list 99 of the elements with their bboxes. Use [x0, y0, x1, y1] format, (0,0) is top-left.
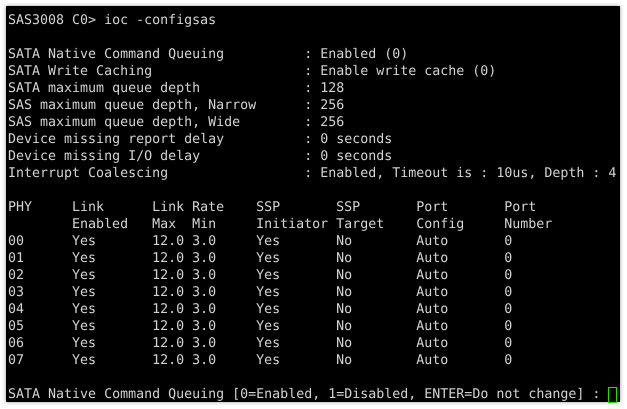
- column-header: Enabled: [72, 216, 130, 233]
- table-cell-text: 01: [8, 250, 26, 267]
- table-cell-text: No: [336, 267, 354, 284]
- table-cell-text: 0: [504, 301, 514, 318]
- setting-value: : 0 seconds: [304, 148, 394, 165]
- table-cell-text: Auto: [416, 318, 450, 335]
- column-header: SSP: [256, 199, 282, 216]
- prompt-question: SATA Native Command Queuing [0=Enabled, 1=Disabled, ENTER=Do not change] :: [8, 386, 600, 403]
- column-header: Config: [416, 216, 466, 233]
- setting-label: Interrupt Coalescing: [8, 165, 170, 182]
- setting-value: : 256: [304, 97, 346, 114]
- table-cell-text: 0: [504, 267, 514, 284]
- table-cell-text: Yes: [256, 267, 282, 284]
- table-cell-text: Auto: [416, 250, 450, 267]
- table-cell-text: 3.0: [192, 284, 218, 301]
- table-cell-text: 3.0: [192, 318, 218, 335]
- table-cell-text: 12.0: [152, 352, 186, 369]
- table-cell-text: No: [336, 250, 354, 267]
- table-cell-text: 03: [8, 284, 26, 301]
- table-cell-text: Yes: [72, 233, 98, 250]
- table-cell-text: Yes: [256, 284, 282, 301]
- table-cell-text: Yes: [256, 250, 282, 267]
- table-cell-text: 12.0: [152, 250, 186, 267]
- setting-label: SATA Native Command Queuing: [8, 46, 226, 63]
- column-header: Link: [152, 199, 186, 216]
- table-cell-text: 12.0: [152, 267, 186, 284]
- table-cell-text: Auto: [416, 284, 450, 301]
- table-cell-text: 0: [504, 233, 514, 250]
- setting-label: SATA maximum queue depth: [8, 80, 202, 97]
- table-cell-text: 12.0: [152, 233, 186, 250]
- command-text: ioc -configsas: [104, 13, 216, 28]
- table-cell-text: 00: [8, 233, 26, 250]
- table-cell-text: Yes: [72, 335, 98, 352]
- column-header: Rate: [192, 199, 226, 216]
- table-cell-text: Yes: [256, 352, 282, 369]
- table-cell-text: Yes: [72, 301, 98, 318]
- table-cell-text: Yes: [256, 335, 282, 352]
- table-cell-text: 3.0: [192, 352, 218, 369]
- table-cell-text: No: [336, 318, 354, 335]
- cursor-icon: [608, 386, 618, 402]
- setting-value: : 0 seconds: [304, 131, 394, 148]
- table-cell-text: Yes: [256, 301, 282, 318]
- setting-label: SATA Write Caching: [8, 63, 154, 80]
- setting-value: : Enable write cache (0): [304, 63, 498, 80]
- table-cell-text: Yes: [72, 267, 98, 284]
- setting-label: SAS maximum queue depth, Narrow: [8, 97, 258, 114]
- column-header: Port: [504, 199, 538, 216]
- table-cell-text: Auto: [416, 301, 450, 318]
- column-header: Target: [336, 216, 386, 233]
- table-cell-text: 12.0: [152, 335, 186, 352]
- table-cell-text: 3.0: [192, 267, 218, 284]
- table-cell-text: 04: [8, 301, 26, 318]
- setting-label: SAS maximum queue depth, Wide: [8, 114, 242, 131]
- table-cell-text: Yes: [72, 250, 98, 267]
- table-cell-text: 12.0: [152, 301, 186, 318]
- table-cell-text: No: [336, 335, 354, 352]
- column-header: SSP: [336, 199, 362, 216]
- table-cell-text: 12.0: [152, 284, 186, 301]
- table-cell-text: 3.0: [192, 301, 218, 318]
- table-cell-text: Yes: [72, 284, 98, 301]
- table-cell-text: 0: [504, 284, 514, 301]
- table-cell-text: 3.0: [192, 233, 218, 250]
- prompt-text: SAS3008 C0>: [8, 13, 96, 28]
- table-cell-text: Yes: [256, 318, 282, 335]
- table-cell-text: No: [336, 352, 354, 369]
- table-cell-text: 0: [504, 250, 514, 267]
- table-cell-text: 3.0: [192, 250, 218, 267]
- table-cell-text: 06: [8, 335, 26, 352]
- table-cell-text: 05: [8, 318, 26, 335]
- column-header: Min: [192, 216, 218, 233]
- table-cell-text: Auto: [416, 267, 450, 284]
- table-cell-text: 0: [504, 318, 514, 335]
- table-cell-text: No: [336, 284, 354, 301]
- setting-value: : Enabled (0): [304, 46, 410, 63]
- column-header: Port: [416, 199, 450, 216]
- table-cell-text: Yes: [72, 352, 98, 369]
- column-header: PHY: [8, 199, 34, 216]
- setting-label: Device missing I/O delay: [8, 148, 202, 165]
- column-header: Link: [72, 199, 106, 216]
- table-cell-text: Auto: [416, 352, 450, 369]
- table-cell-text: Yes: [256, 233, 282, 250]
- table-cell-text: 0: [504, 352, 514, 369]
- table-cell-text: Auto: [416, 335, 450, 352]
- setting-value: : 128: [304, 80, 346, 97]
- table-cell-text: 0: [504, 335, 514, 352]
- setting-label: Device missing report delay: [8, 131, 226, 148]
- table-cell-text: 07: [8, 352, 26, 369]
- table-cell-text: No: [336, 233, 354, 250]
- table-cell-text: Yes: [72, 318, 98, 335]
- table-cell-text: 12.0: [152, 318, 186, 335]
- column-header: Initiator: [256, 216, 330, 233]
- setting-value: : 256: [304, 114, 346, 131]
- setting-value: : Enabled, Timeout is : 10us, Depth : 4: [304, 165, 618, 182]
- table-cell-text: Auto: [416, 233, 450, 250]
- column-header: Max: [152, 216, 178, 233]
- column-header: Number: [504, 216, 554, 233]
- table-cell-text: No: [336, 301, 354, 318]
- table-cell-text: 3.0: [192, 335, 218, 352]
- table-cell-text: 02: [8, 267, 26, 284]
